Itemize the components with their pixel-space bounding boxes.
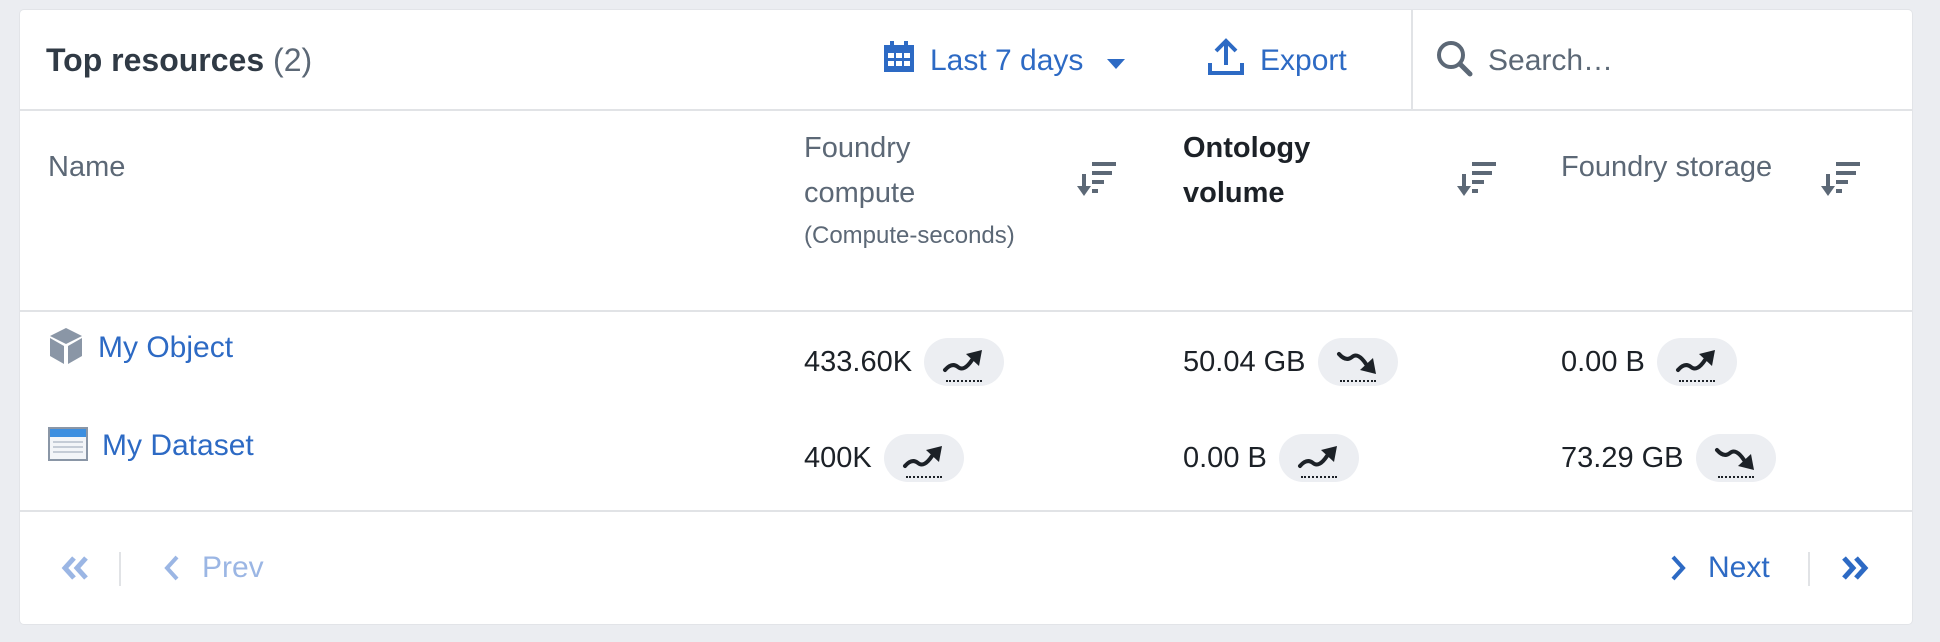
name-cell: My Dataset <box>48 396 254 496</box>
first-page-button[interactable] <box>60 512 90 624</box>
metric-value: 73.29 GB <box>1561 441 1684 474</box>
column-sublabel: (Compute-seconds) <box>804 222 1015 249</box>
metric-value: 0.00 B <box>1183 441 1267 474</box>
next-page-button[interactable]: Next <box>1668 512 1770 624</box>
resource-count: (2) <box>273 42 313 78</box>
top-resources-card: Top resources (2) Last 7 days Export Sea… <box>20 10 1912 624</box>
metric-value: 433.60K <box>804 345 913 378</box>
trend-down-icon <box>1336 352 1376 374</box>
trend-up-button[interactable] <box>883 434 964 482</box>
card-header: Top resources (2) Last 7 days Export Sea… <box>20 10 1912 111</box>
trend-up-icon <box>1297 446 1337 468</box>
header-divider <box>1411 10 1413 111</box>
trend-up-button[interactable] <box>1278 434 1359 482</box>
sort-desc-icon[interactable] <box>1456 160 1500 205</box>
double-chevron-left-icon <box>61 556 88 580</box>
resource-link[interactable]: My Object <box>98 331 233 365</box>
column-label: Foundry storage <box>1561 151 1773 183</box>
dataset-table-icon <box>48 426 88 466</box>
name-cell: My Object <box>48 298 233 398</box>
object-cube-icon <box>48 326 84 371</box>
foundry-compute-cell: 400K <box>804 408 964 508</box>
foundry-compute-cell: 433.60K <box>804 312 1005 412</box>
table-row: My Dataset 400K 0.00 B 73.29 GB <box>20 408 1912 508</box>
trend-down-icon <box>1714 448 1754 470</box>
foundry-storage-cell: 0.00 B <box>1561 312 1737 412</box>
trend-up-button[interactable] <box>924 338 1005 386</box>
column-label: Name <box>48 151 126 183</box>
date-range-dropdown[interactable]: Last 7 days <box>882 10 1126 111</box>
column-header-foundry-compute[interactable]: Foundry compute (Compute-seconds) <box>804 126 1144 336</box>
chevron-right-icon <box>1671 555 1686 581</box>
search-icon <box>1434 38 1474 83</box>
calendar-icon <box>882 40 916 82</box>
double-chevron-right-icon <box>1842 556 1869 580</box>
pagination-footer: Prev Next <box>20 512 1912 624</box>
column-label-line1: Ontology <box>1183 132 1311 164</box>
resource-link[interactable]: My Dataset <box>102 429 254 463</box>
table-row: My Object 433.60K 50.04 GB 0.00 B <box>20 312 1912 412</box>
date-range-label: Last 7 days <box>930 43 1084 77</box>
column-header-ontology-volume[interactable]: Ontology volume <box>1183 126 1483 336</box>
chevron-left-icon <box>164 555 179 581</box>
prev-label: Prev <box>202 551 264 584</box>
foundry-storage-cell: 73.29 GB <box>1561 408 1776 508</box>
title-text: Top resources <box>46 42 265 78</box>
sort-desc-icon[interactable] <box>1820 160 1864 205</box>
column-label-line2: volume <box>1183 177 1285 209</box>
search-box[interactable] <box>1434 10 1894 111</box>
trend-up-icon <box>943 350 983 372</box>
trend-down-button[interactable] <box>1317 338 1398 386</box>
caret-down-icon <box>1107 44 1126 78</box>
trend-up-icon <box>902 446 942 468</box>
upload-icon <box>1206 37 1246 85</box>
search-input[interactable] <box>1486 42 1890 79</box>
next-label: Next <box>1708 551 1770 584</box>
export-button[interactable]: Export <box>1206 10 1347 111</box>
ontology-volume-cell: 0.00 B <box>1183 408 1359 508</box>
trend-up-button[interactable] <box>1656 338 1737 386</box>
metric-value: 400K <box>804 441 872 474</box>
last-page-button[interactable] <box>1840 512 1870 624</box>
trend-down-button[interactable] <box>1695 434 1776 482</box>
trend-up-icon <box>1675 350 1715 372</box>
pagination-separator <box>1808 552 1810 586</box>
card-title: Top resources (2) <box>46 10 312 111</box>
metric-value: 50.04 GB <box>1183 345 1306 378</box>
pagination-separator <box>119 552 121 586</box>
export-label: Export <box>1260 43 1347 77</box>
ontology-volume-cell: 50.04 GB <box>1183 312 1398 412</box>
metric-value: 0.00 B <box>1561 345 1645 378</box>
prev-page-button[interactable]: Prev <box>162 512 264 624</box>
sort-desc-icon[interactable] <box>1076 160 1120 205</box>
